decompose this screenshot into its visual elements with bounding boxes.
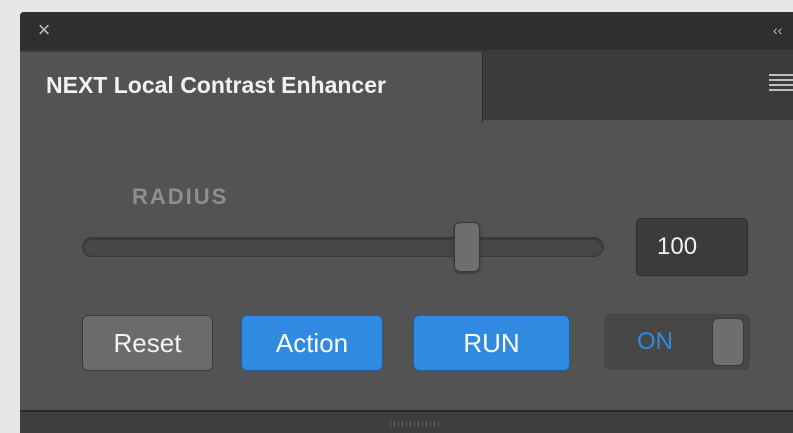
panel-bottom-bar (20, 410, 793, 433)
radius-label: RADIUS (132, 184, 229, 209)
close-icon[interactable]: × (34, 19, 54, 41)
tab-strip: NEXT Local Contrast Enhancer (20, 50, 793, 122)
toggle-knob[interactable] (712, 318, 744, 366)
reset-button[interactable]: Reset (82, 315, 213, 371)
radius-slider-thumb[interactable] (453, 222, 480, 272)
panel-titlebar: × ‹‹ (20, 12, 793, 50)
radius-slider-track[interactable] (82, 237, 604, 257)
radius-value-field[interactable]: 100 (636, 218, 748, 276)
action-button[interactable]: Action (241, 315, 383, 371)
run-button[interactable]: RUN (413, 315, 570, 371)
resize-grip-icon[interactable] (390, 421, 440, 427)
on-off-toggle[interactable]: ON (604, 314, 750, 370)
collapse-chevrons-icon[interactable]: ‹‹ (773, 20, 793, 40)
tab-title: NEXT Local Contrast Enhancer (46, 72, 386, 98)
extension-panel: × ‹‹ NEXT Local Contrast Enhancer RADIUS… (20, 12, 793, 433)
tab-next-local-contrast-enhancer[interactable]: NEXT Local Contrast Enhancer (20, 52, 483, 122)
toggle-label: ON (637, 328, 673, 355)
panel-menu-icon[interactable] (769, 74, 793, 94)
